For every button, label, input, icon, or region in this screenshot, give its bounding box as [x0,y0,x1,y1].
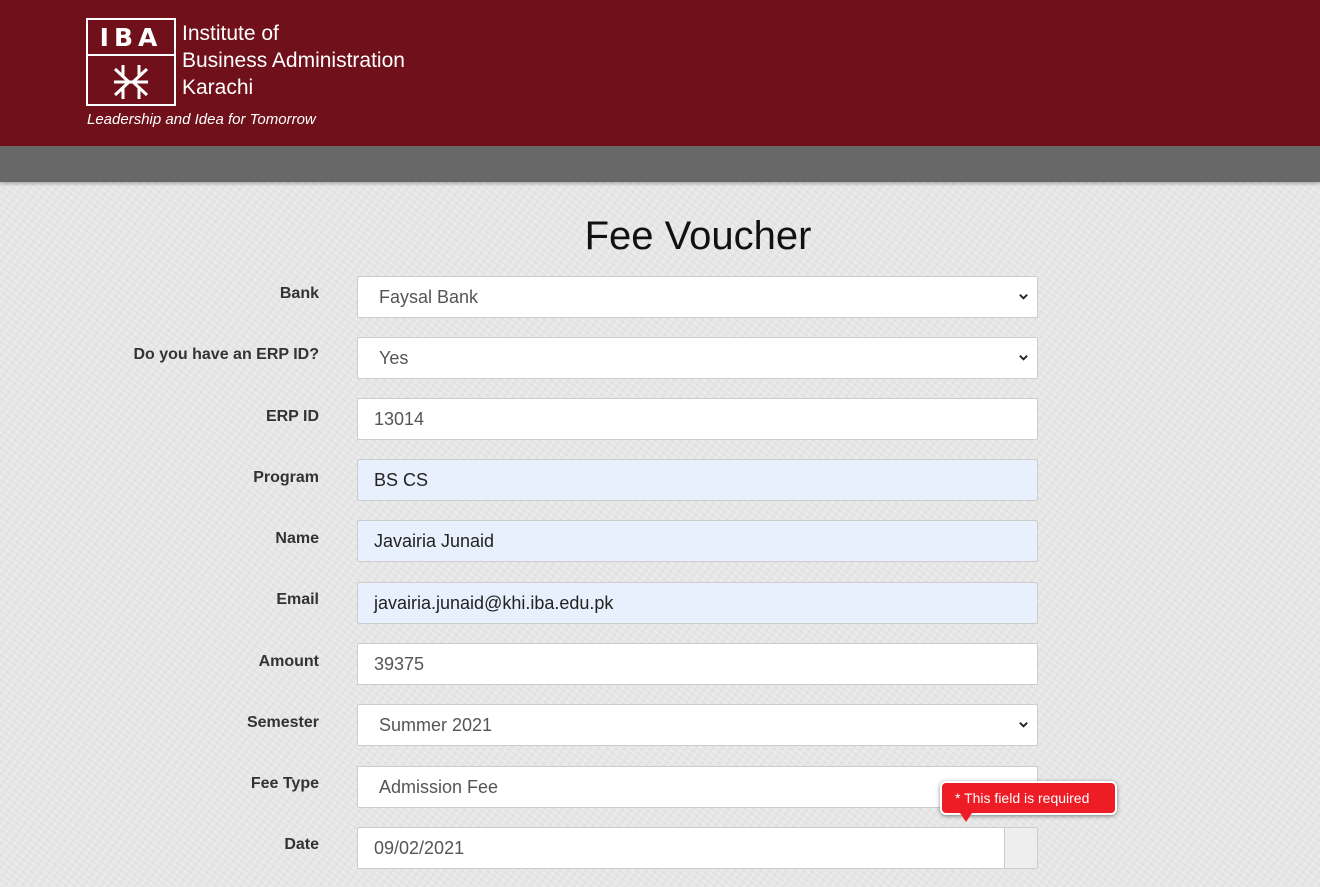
erp-id-label: ERP ID [265,408,319,425]
tagline: Leadership and Idea for Tomorrow [87,111,316,128]
navbar [0,146,1320,182]
chevron-down-icon [1019,722,1028,728]
amount-label: Amount [258,653,319,670]
name-label: Name [275,530,319,547]
erp-id-input[interactable]: 13014 [357,398,1038,440]
institute-line: Karachi [182,76,254,99]
logo-text: IBA [99,23,163,52]
has-erp-select[interactable]: Yes [357,337,1038,379]
page-title: Fee Voucher [584,214,812,258]
date-label: Date [284,836,319,853]
amount-input[interactable]: 39375 [357,643,1038,685]
name-value: Javairia Junaid [374,531,495,551]
fee-type-value: Admission Fee [379,777,499,797]
email-input[interactable]: javairia.junaid@khi.iba.edu.pk [357,582,1038,624]
email-value: javairia.junaid@khi.iba.edu.pk [374,593,614,613]
iba-logo: IBA [86,18,176,106]
amount-value: 39375 [374,654,425,674]
logo-divider [88,54,174,56]
email-label: Email [276,591,319,608]
iba-emblem-icon [113,65,149,99]
chevron-down-icon [1019,355,1028,361]
bank-label: Bank [279,285,319,302]
program-label: Program [253,469,319,486]
name-input[interactable]: Javairia Junaid [357,520,1038,562]
date-input[interactable]: 09/02/2021 [357,827,1038,869]
institute-line: Institute of [182,22,279,45]
date-picker-button[interactable] [1004,828,1037,868]
semester-select[interactable]: Summer 2021 [357,704,1038,746]
fee-type-select[interactable]: Admission Fee [357,766,1038,808]
institute-line: Business Administration [182,49,405,72]
site-header: IBA Institute of Business Administration… [0,0,1320,146]
validation-tooltip: * This field is required [940,781,1117,822]
institute-name: Institute of Business Administration Kar… [182,20,405,101]
chevron-down-icon [1019,294,1028,300]
erp-id-value: 13014 [374,409,425,429]
fee-type-label: Fee Type [250,775,319,792]
semester-value: Summer 2021 [379,715,493,735]
semester-label: Semester [246,714,319,731]
tooltip-arrow [960,813,972,822]
has-erp-value: Yes [379,348,409,368]
has-erp-label: Do you have an ERP ID? [133,346,319,363]
program-input[interactable]: BS CS [357,459,1038,501]
program-value: BS CS [374,470,429,490]
bank-value: Faysal Bank [379,287,479,307]
bank-select[interactable]: Faysal Bank [357,276,1038,318]
validation-message: * This field is required [955,790,1090,806]
date-value: 09/02/2021 [374,838,465,858]
